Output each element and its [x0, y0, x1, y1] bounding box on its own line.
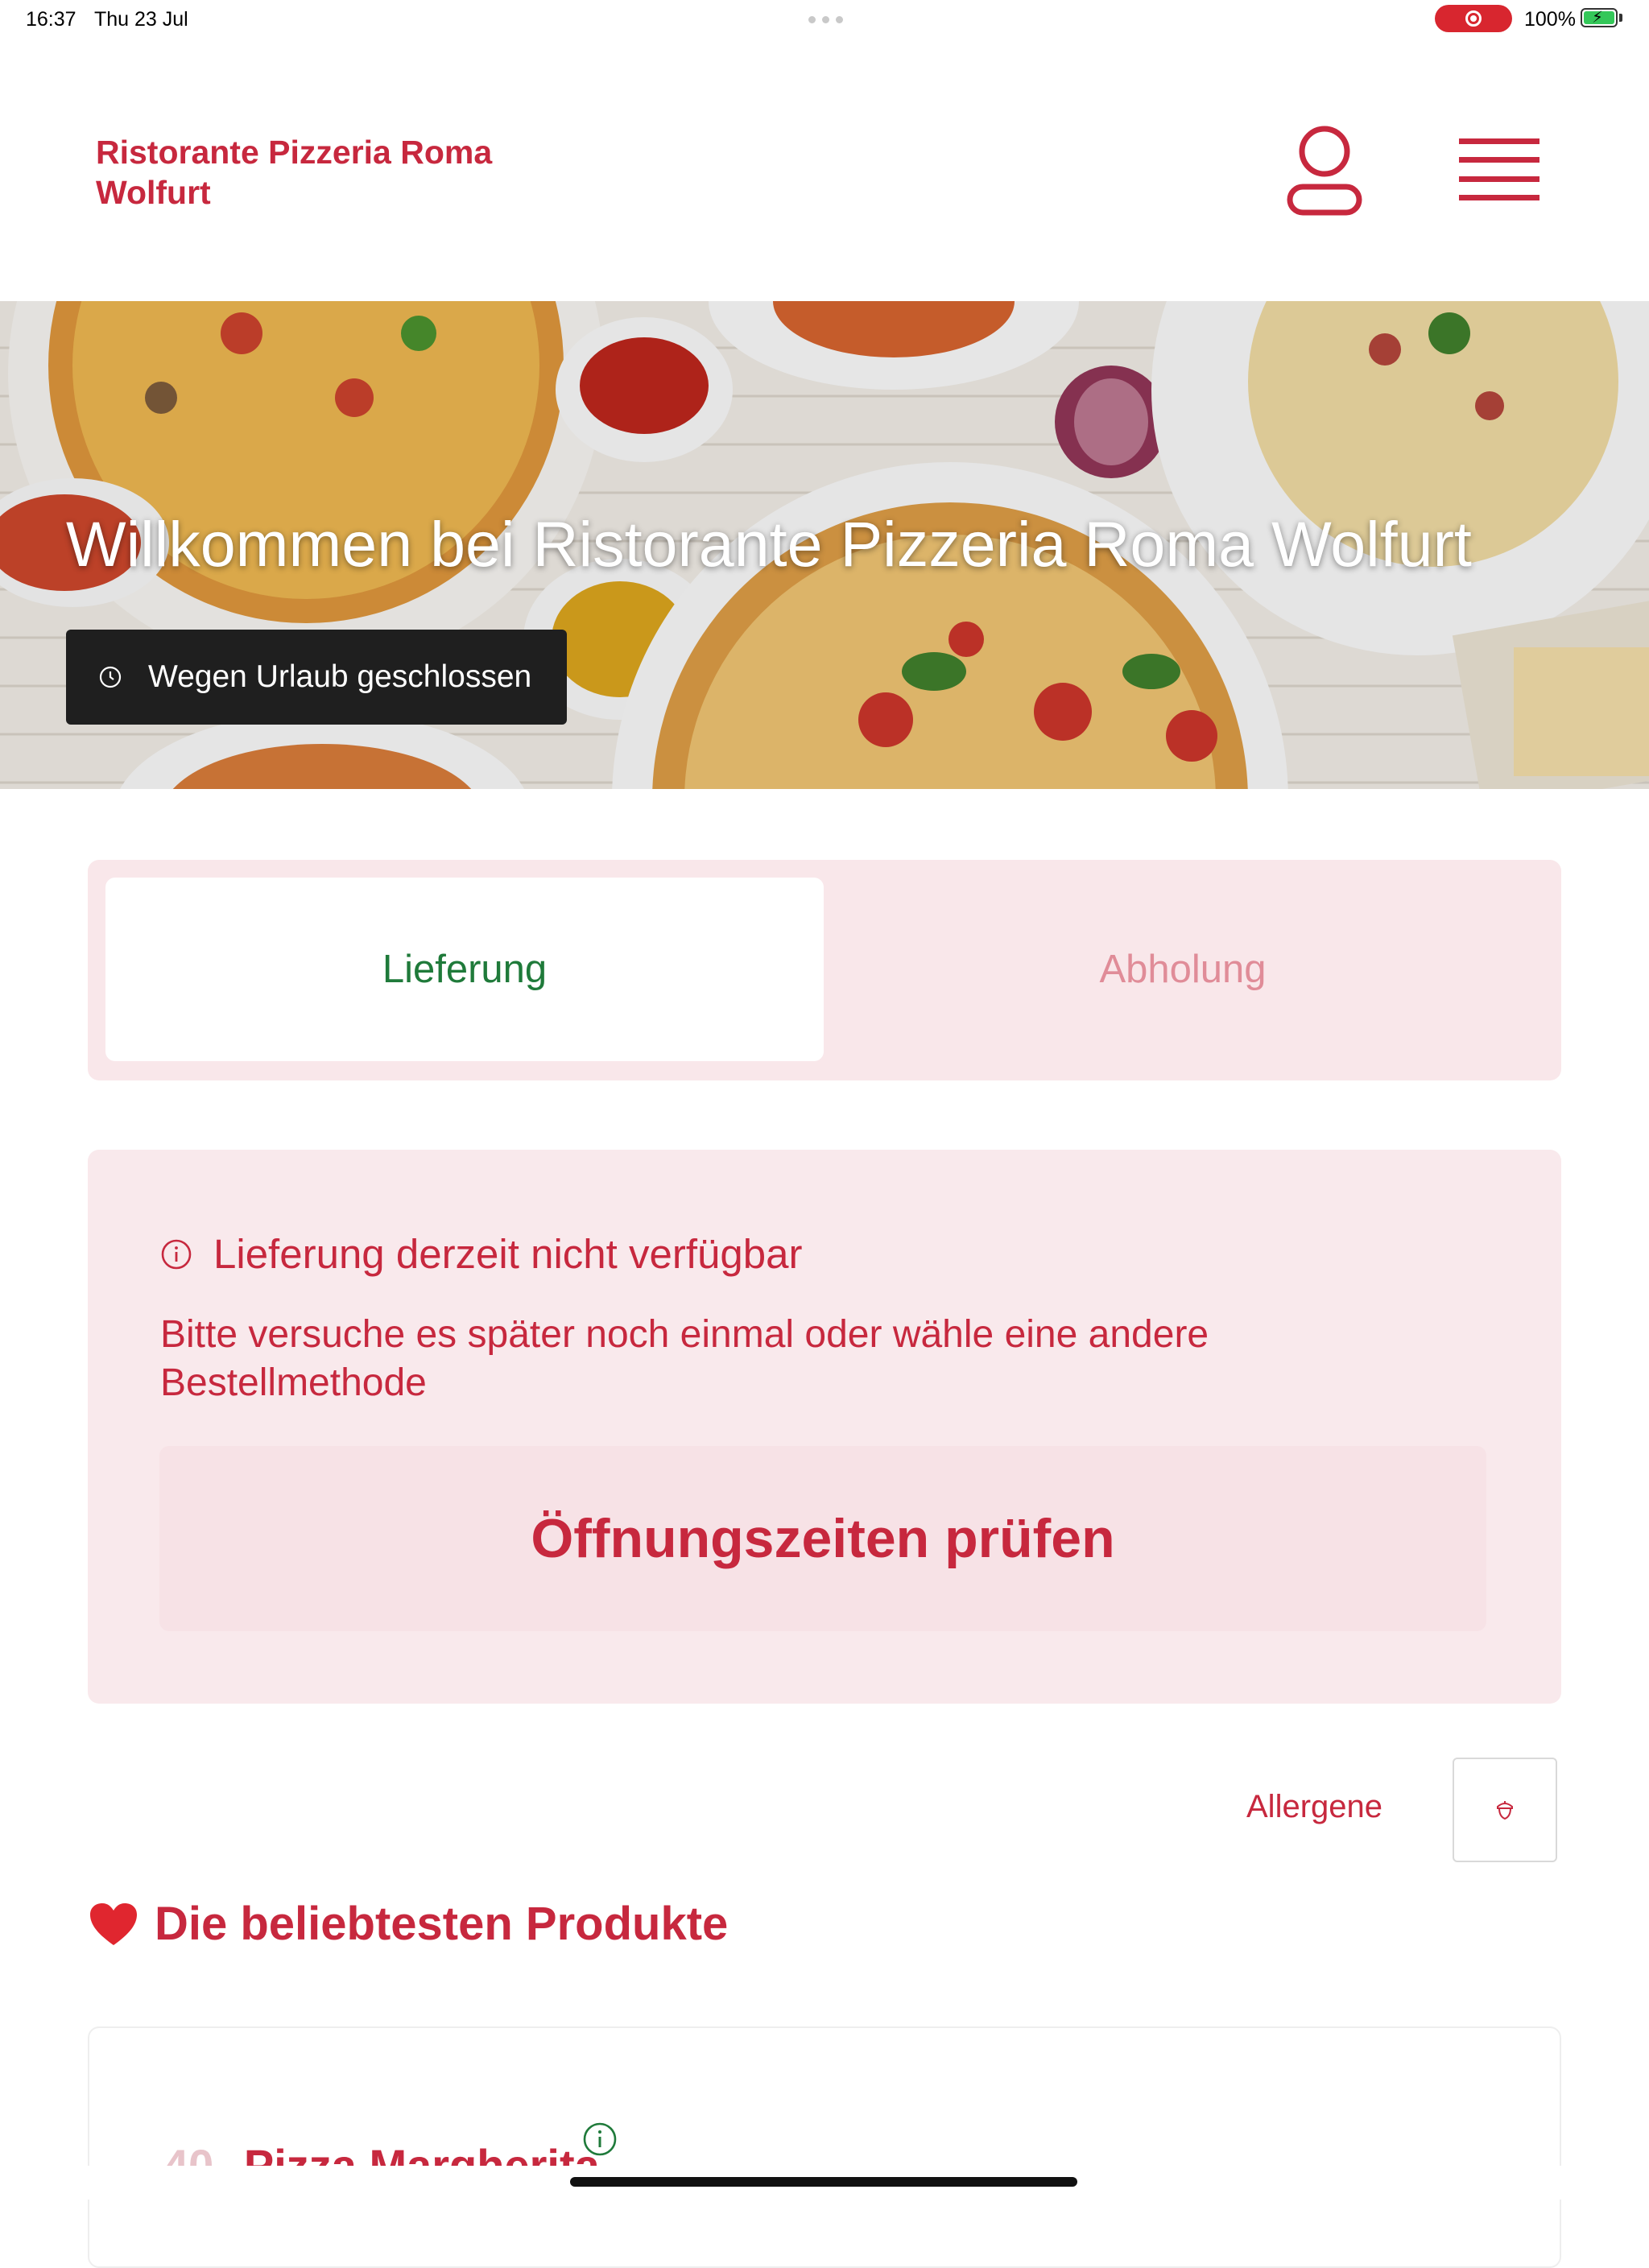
status-badge-label: Wegen Urlaub geschlossen — [148, 659, 532, 694]
restaurant-name[interactable]: Ristorante Pizzeria Roma Wolfurt — [96, 132, 611, 213]
home-indicator[interactable] — [570, 2177, 1077, 2187]
notice-message: Bitte versuche es später noch einmal ode… — [160, 1313, 1209, 1404]
info-icon[interactable] — [582, 2121, 618, 2157]
status-bar: 16:37 Thu 23 Jul 100% ⚡ — [0, 0, 1649, 39]
screen-recording-icon[interactable] — [1435, 5, 1512, 32]
order-method-switch: Lieferung Abholung — [88, 860, 1561, 1080]
allergens-button[interactable] — [1453, 1758, 1557, 1862]
status-date: Thu 23 Jul — [94, 8, 188, 31]
acorn-icon — [1497, 1801, 1513, 1820]
tab-delivery[interactable]: Lieferung — [105, 878, 824, 1061]
status-badge: Wegen Urlaub geschlossen — [66, 630, 567, 725]
user-icon — [1287, 126, 1362, 216]
multitasking-dots-icon[interactable] — [808, 16, 843, 23]
check-opening-hours-button[interactable]: Öffnungszeiten prüfen — [159, 1446, 1486, 1631]
notice-title: Lieferung derzeit nicht verfügbar — [213, 1231, 803, 1277]
delivery-unavailable-notice: Lieferung derzeit nicht verfügbar Bitte … — [88, 1150, 1561, 1704]
popular-products-title: Die beliebtesten Produkte — [155, 1898, 729, 1950]
user-account-button[interactable] — [1280, 122, 1369, 219]
clock-icon — [99, 666, 122, 688]
product-card[interactable]: 40.Pizza Margherita — [88, 2026, 1561, 2268]
battery-icon: ⚡ — [1581, 8, 1618, 27]
hamburger-menu-icon — [1459, 138, 1539, 200]
welcome-heading: Willkommen bei Ristorante Pizzeria Roma … — [66, 508, 1472, 580]
notice-header: Lieferung derzeit nicht verfügbar — [160, 1230, 802, 1278]
info-icon — [161, 1239, 192, 1269]
heart-icon — [90, 1902, 137, 1945]
battery-percentage: 100% — [1524, 8, 1576, 31]
popular-products-heading: Die beliebtesten Produkte — [89, 1897, 728, 1951]
allergens-label[interactable]: Allergene — [1246, 1789, 1382, 1825]
status-time: 16:37 — [26, 8, 76, 31]
tab-pickup[interactable]: Abholung — [824, 878, 1542, 1061]
menu-button[interactable] — [1454, 132, 1544, 209]
